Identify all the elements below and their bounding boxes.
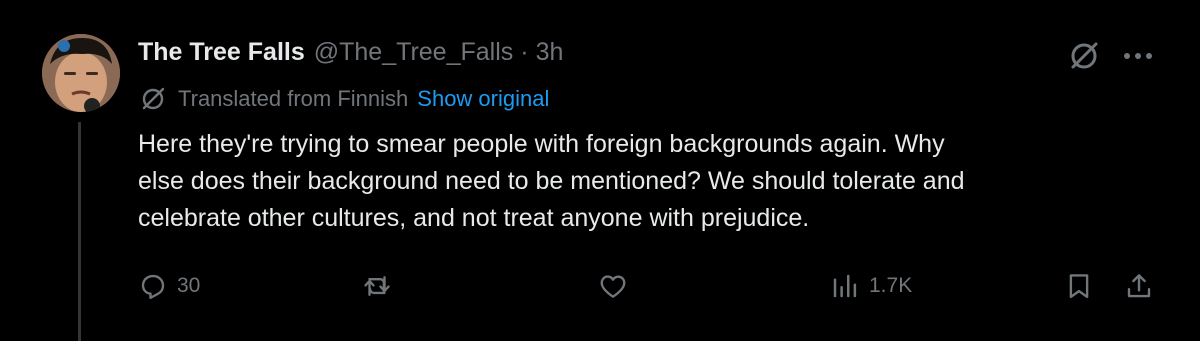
more-icon xyxy=(1124,53,1152,59)
translation-row: Translated from Finnish Show original xyxy=(140,82,549,116)
like-button[interactable] xyxy=(598,266,628,306)
reply-button[interactable]: 30 xyxy=(138,266,200,306)
avatar[interactable] xyxy=(42,34,120,112)
share-icon xyxy=(1127,274,1151,298)
views-button[interactable]: 1.7K xyxy=(830,266,912,306)
tweet-text: Here they're trying to smear people with… xyxy=(138,130,965,232)
bookmark-button[interactable] xyxy=(1064,266,1094,306)
retweet-button[interactable] xyxy=(362,266,392,306)
bookmark-icon xyxy=(1069,274,1089,299)
author-display-name[interactable]: The Tree Falls xyxy=(138,38,305,67)
tweet-header: The Tree Falls @The_Tree_Falls · 3h xyxy=(138,34,563,70)
action-bar: 30 1.7K xyxy=(0,266,1200,306)
more-button[interactable] xyxy=(1118,36,1158,76)
tweet-timestamp[interactable]: 3h xyxy=(536,38,564,67)
views-icon xyxy=(833,274,857,298)
reply-icon xyxy=(141,274,165,300)
share-button[interactable] xyxy=(1124,266,1154,306)
heart-icon xyxy=(600,275,626,298)
retweet-icon xyxy=(364,276,390,296)
views-count: 1.7K xyxy=(869,274,913,297)
reply-count: 30 xyxy=(177,274,201,297)
translate-icon xyxy=(140,86,166,112)
grok-icon xyxy=(1071,42,1098,69)
grok-button[interactable] xyxy=(1064,36,1104,76)
show-original-link[interactable]: Show original xyxy=(417,86,549,112)
author-handle[interactable]: @The_Tree_Falls xyxy=(314,38,514,67)
thread-line xyxy=(78,122,81,341)
tweet-card[interactable]: The Tree Falls @The_Tree_Falls · 3h Tran… xyxy=(0,0,1200,341)
translated-label: Translated from Finnish xyxy=(178,86,409,111)
header-separator: · xyxy=(520,37,529,66)
avatar-image xyxy=(42,34,120,112)
